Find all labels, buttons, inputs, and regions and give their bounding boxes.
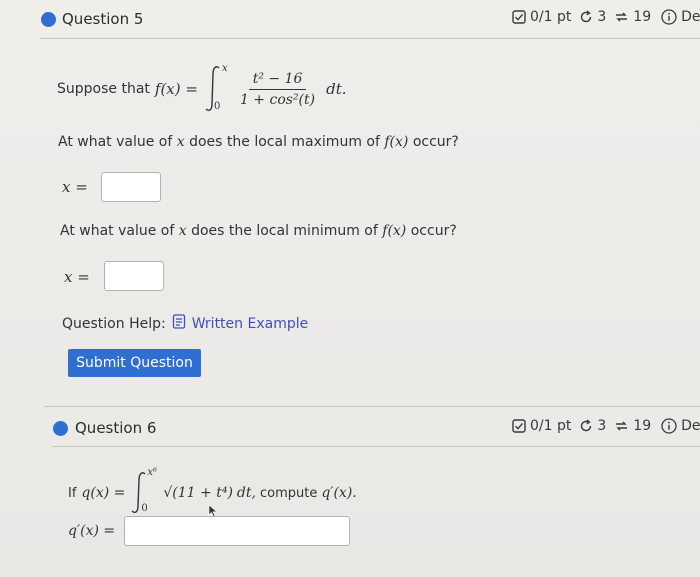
- function-definition: f(x) =: [154, 80, 198, 98]
- page: Question 5 0/1 pt 3 19 De Suppose that f…: [0, 0, 700, 577]
- part-b-variable: x: [178, 223, 187, 239]
- integrand-fraction: t² − 16 1 + cos²(t): [236, 71, 319, 108]
- question-5-meta: 0/1 pt 3 19 De: [512, 9, 700, 25]
- part-a-middle: does the local maximum of: [189, 134, 380, 150]
- score-checkbox-icon: [512, 418, 526, 434]
- question-5-title: Question 5: [62, 10, 144, 28]
- q6-answer-label: q′(x) =: [68, 523, 116, 539]
- q6-prompt-tail: compute: [259, 485, 318, 501]
- part-b-middle: does the local minimum of: [191, 223, 378, 239]
- q6-integrand: √(11 + t⁴): [163, 485, 233, 501]
- attempts-icon: [614, 418, 629, 434]
- part-b-suffix: occur?: [410, 223, 457, 239]
- prompt-prefix: Suppose that: [57, 81, 150, 97]
- question-help-label: Question Help:: [62, 315, 166, 332]
- q6-target: q′(x).: [321, 485, 357, 501]
- part-a-variable: x: [176, 134, 185, 150]
- q6-integral-lower-limit: 0: [141, 503, 148, 514]
- q6-integral-upper-limit: x⁶: [147, 467, 158, 478]
- attempts-icon: [614, 9, 629, 25]
- question-5-divider: [40, 38, 700, 39]
- written-example-link[interactable]: Written Example: [192, 316, 309, 332]
- question-6-attempts: 19: [633, 418, 652, 434]
- question-6-top-divider: [44, 406, 700, 407]
- part-a-prefix: At what value of: [58, 134, 173, 150]
- part-b-prefix: At what value of: [60, 223, 175, 239]
- integrand-denominator: 1 + cos²(t): [239, 91, 316, 108]
- q6-function-definition: q(x) =: [81, 485, 126, 501]
- retry-icon: [579, 418, 593, 434]
- integral-sign: x 0: [202, 63, 228, 114]
- answer-b-input[interactable]: [104, 261, 164, 291]
- part-b-question: At what value of x does the local minimu…: [60, 223, 457, 239]
- integral-upper-limit: x: [221, 63, 228, 74]
- question-5-bullet: [41, 12, 56, 27]
- question-6-score: 0/1 pt: [530, 418, 572, 434]
- question-6-title: Question 6: [75, 419, 157, 437]
- q6-differential: dt,: [236, 485, 256, 501]
- info-icon[interactable]: [661, 9, 677, 25]
- question-5-details-link[interactable]: De: [681, 9, 700, 25]
- info-icon[interactable]: [661, 418, 677, 434]
- part-a-function: f(x): [384, 134, 409, 150]
- question-6-details-link[interactable]: Deta: [681, 418, 700, 434]
- question-5-score: 0/1 pt: [530, 9, 572, 25]
- integrand-numerator: t² − 16: [248, 71, 307, 90]
- q6-answer-input[interactable]: [124, 516, 350, 546]
- question-6-bullet: [53, 421, 68, 436]
- answer-a-label: x =: [62, 178, 88, 196]
- question-6-meta: 0/1 pt 3 19 Deta: [512, 418, 700, 434]
- question-5-attempts: 19: [633, 9, 652, 25]
- question-6-divider: [52, 446, 700, 447]
- document-icon: [172, 314, 186, 333]
- integral-sign: x⁶ 0: [129, 467, 158, 516]
- answer-a-input[interactable]: [101, 172, 161, 202]
- part-a-suffix: occur?: [412, 134, 459, 150]
- question-5-retries: 3: [597, 9, 607, 25]
- prompt-if: If: [68, 485, 77, 501]
- part-a-question: At what value of x does the local maximu…: [58, 134, 459, 150]
- answer-b-label: x =: [64, 268, 90, 286]
- question-5-prompt: Suppose that f(x) = x 0 t² − 16 1 + cos²…: [57, 63, 347, 114]
- part-b-function: f(x): [382, 223, 407, 239]
- question-help: Question Help: Written Example: [62, 314, 308, 333]
- question-6-retries: 3: [597, 418, 607, 434]
- differential: dt.: [326, 80, 347, 98]
- submit-question-button[interactable]: Submit Question: [68, 349, 201, 377]
- retry-icon: [579, 9, 593, 25]
- score-checkbox-icon: [512, 9, 526, 25]
- integral-lower-limit: 0: [213, 101, 221, 112]
